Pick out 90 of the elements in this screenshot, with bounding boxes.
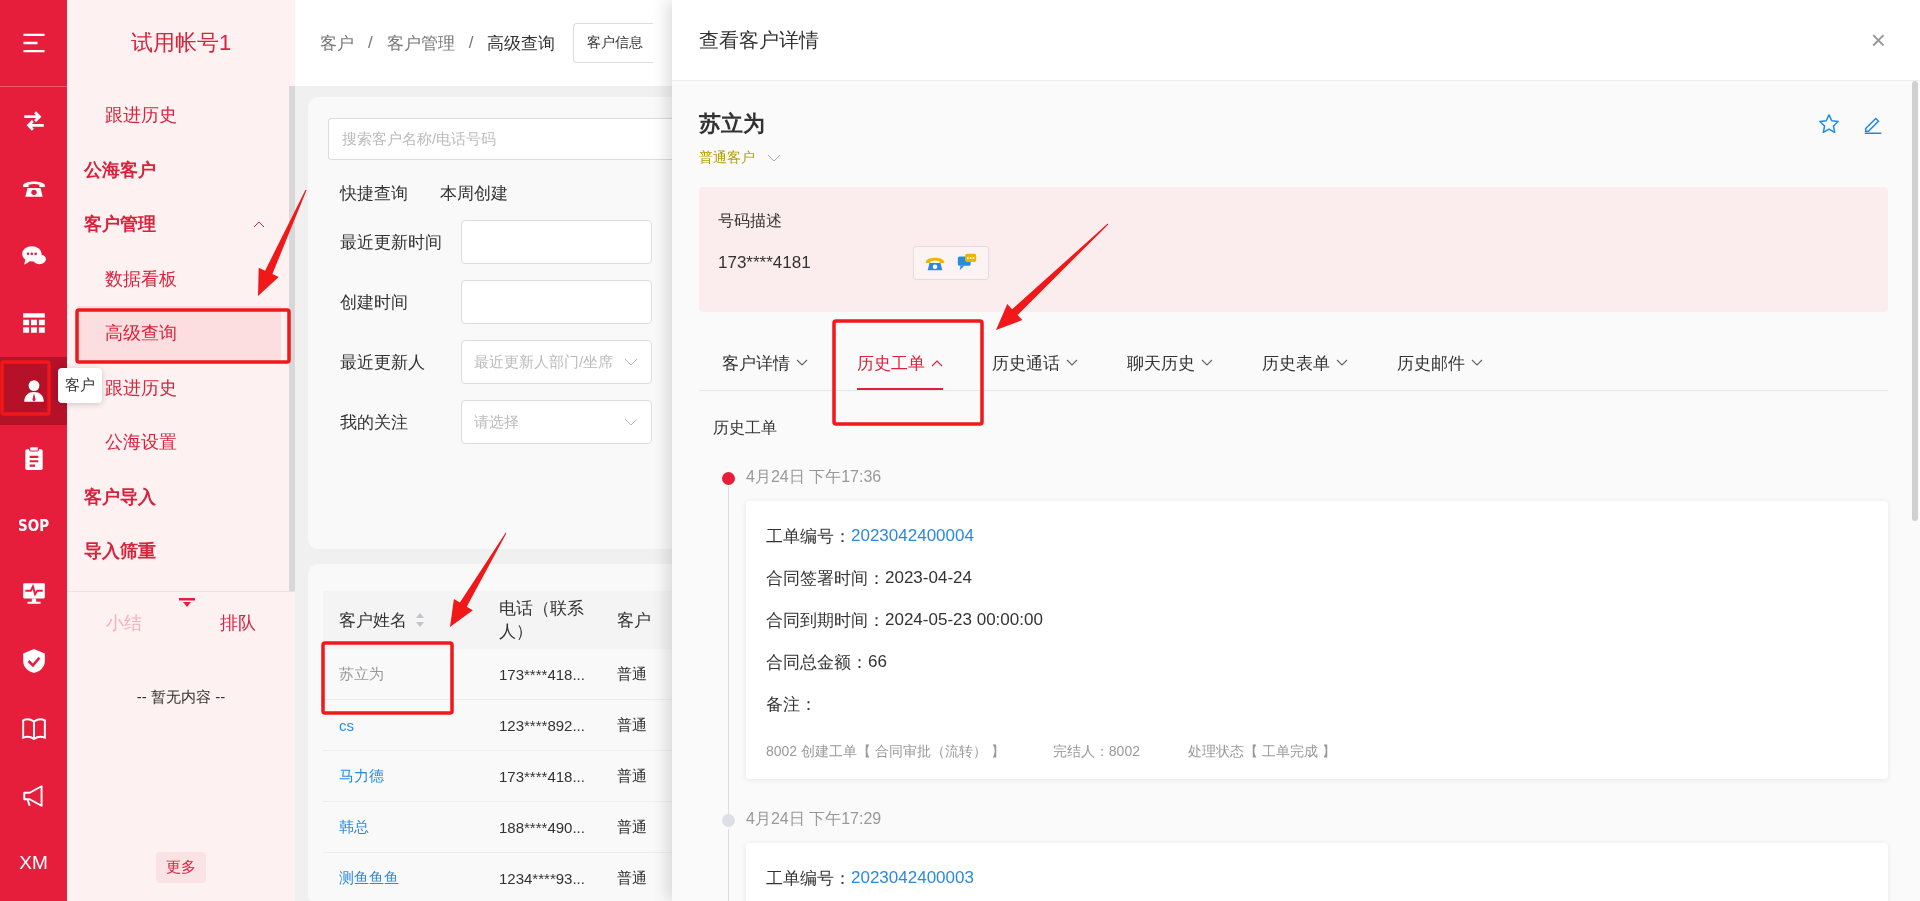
tab[interactable]: 聊天历史	[1127, 338, 1213, 390]
filter-label: 创建时间	[339, 291, 409, 314]
field-value: 2023-04-24	[885, 568, 972, 588]
filter-label: 最近更新人	[339, 351, 426, 374]
rail-item-label[interactable]: SOP	[17, 516, 50, 535]
record-footer-text: 处理状态【 工单完成 】	[1188, 743, 1336, 761]
select-field[interactable]: 客户信息	[573, 23, 654, 63]
phone-number: 173****4181	[718, 253, 812, 273]
customer-name: 苏立为	[699, 110, 765, 138]
field-value: 2024-05-23 00:00:00	[885, 610, 1043, 630]
section-title: 历史工单	[713, 418, 778, 438]
chevron-icon	[931, 359, 943, 367]
panel-tab[interactable]: 排队	[220, 611, 256, 635]
monitor-pulse-icon[interactable]	[20, 580, 47, 607]
breadcrumb-item[interactable]: 客户管理	[386, 31, 455, 55]
chevron-icon	[796, 359, 808, 367]
breadcrumb-separator: /	[468, 33, 474, 53]
record-footer-text: 8002 创建工单【 合同审批（流转） 】	[766, 743, 1005, 761]
chevron-down-icon	[624, 418, 638, 426]
field-label: 工单编号：	[766, 867, 851, 890]
customer-name-link[interactable]: cs	[323, 699, 483, 751]
field-label: 合同签署时间：	[766, 567, 885, 590]
customer-name-link[interactable]: 苏立为	[323, 649, 483, 700]
placeholder-text: 最近更新人部门/坐席	[474, 352, 614, 372]
field-label: 备注：	[766, 693, 817, 716]
menu-group[interactable]: 客户管理	[84, 212, 156, 237]
menu-item[interactable]: 公海设置	[77, 415, 281, 470]
customer-name-link[interactable]: 测鱼鱼鱼	[323, 852, 483, 901]
account-name: 试用帐号1	[129, 29, 233, 57]
rail-item-label[interactable]: XM	[19, 852, 48, 875]
tab[interactable]: 历史邮件	[1397, 338, 1483, 390]
chevron-down-icon	[624, 358, 638, 366]
menu-group[interactable]: 导入筛重	[84, 539, 156, 564]
shield-check-icon[interactable]	[20, 647, 47, 674]
date-field[interactable]	[461, 220, 652, 264]
timeline-time: 4月24日 下午17:29	[746, 809, 883, 829]
table-cell: 173****418...	[483, 649, 601, 700]
menu-group[interactable]: 公海客户	[84, 157, 156, 182]
breadcrumb-separator: /	[368, 33, 373, 53]
table-cell: 123****892...	[483, 699, 601, 751]
chevron-icon[interactable]	[253, 220, 265, 229]
phone-label: 号码描述	[718, 211, 783, 231]
tab[interactable]: 历史通话	[992, 338, 1078, 390]
close-button[interactable]: ×	[1866, 24, 1890, 56]
column-header: 客户	[601, 591, 672, 649]
breadcrumb-item[interactable]: 客户	[320, 31, 354, 55]
table-cell: 1234****93...	[483, 852, 601, 901]
empty-text: -- 暂无内容 --	[135, 688, 227, 707]
column-header-label: 客户姓名	[339, 609, 407, 632]
record-number-link[interactable]: 2023042400003	[851, 868, 974, 888]
filter-label: 最近更新时间	[339, 231, 443, 254]
field-value: 66	[868, 652, 887, 672]
tooltip: 客户	[58, 368, 102, 403]
customer-name-link[interactable]: 马力德	[323, 750, 483, 802]
timeline-time: 4月24日 下午17:36	[746, 467, 883, 487]
customer-type: 普通客户	[699, 149, 755, 167]
column-header: 电话（联系人）	[483, 591, 601, 649]
star-icon[interactable]	[1818, 113, 1840, 135]
chevron-icon	[1471, 359, 1483, 367]
filter-label: 我的关注	[339, 411, 409, 434]
customer-name-link[interactable]: 韩总	[323, 801, 483, 853]
rail-item[interactable]: XM	[0, 829, 67, 897]
field-label: 合同总金额：	[766, 651, 868, 674]
chevron-icon	[1201, 359, 1213, 367]
collapse-icon[interactable]	[179, 598, 195, 608]
chevron-icon	[1336, 359, 1348, 367]
record-footer-text: 完结人：8002	[1052, 743, 1140, 761]
drawer-title: 查看客户详情	[699, 27, 819, 53]
tab[interactable]: 历史工单	[857, 338, 943, 390]
menu-item[interactable]: 数据看板	[77, 251, 281, 306]
record-number-link[interactable]: 2023042400004	[851, 526, 974, 546]
tab[interactable]: 历史表单	[1262, 338, 1348, 390]
quick-query-label: 快捷查询	[340, 183, 408, 205]
highlight-box	[0, 360, 51, 416]
menu-item[interactable]: 高级查询	[77, 306, 281, 361]
menu-group[interactable]: 客户导入	[84, 484, 156, 509]
date-field[interactable]	[461, 280, 652, 324]
field-label: 合同到期时间：	[766, 609, 885, 632]
breadcrumb-item[interactable]: 高级查询	[487, 31, 556, 55]
quick-query-option[interactable]: 本周创建	[440, 182, 508, 205]
chevron-icon	[1066, 359, 1078, 367]
table-cell: 173****418...	[483, 750, 601, 802]
book-icon[interactable]	[20, 715, 47, 742]
field-label: 工单编号：	[766, 525, 851, 548]
rail-item[interactable]: SOP	[0, 492, 67, 560]
more-button[interactable]: 更多	[156, 852, 206, 883]
placeholder-text: 请选择	[474, 412, 519, 432]
tab[interactable]: 客户详情	[722, 338, 808, 390]
menu-item[interactable]: 跟进历史	[77, 88, 281, 143]
table-cell: 188****490...	[483, 801, 601, 853]
